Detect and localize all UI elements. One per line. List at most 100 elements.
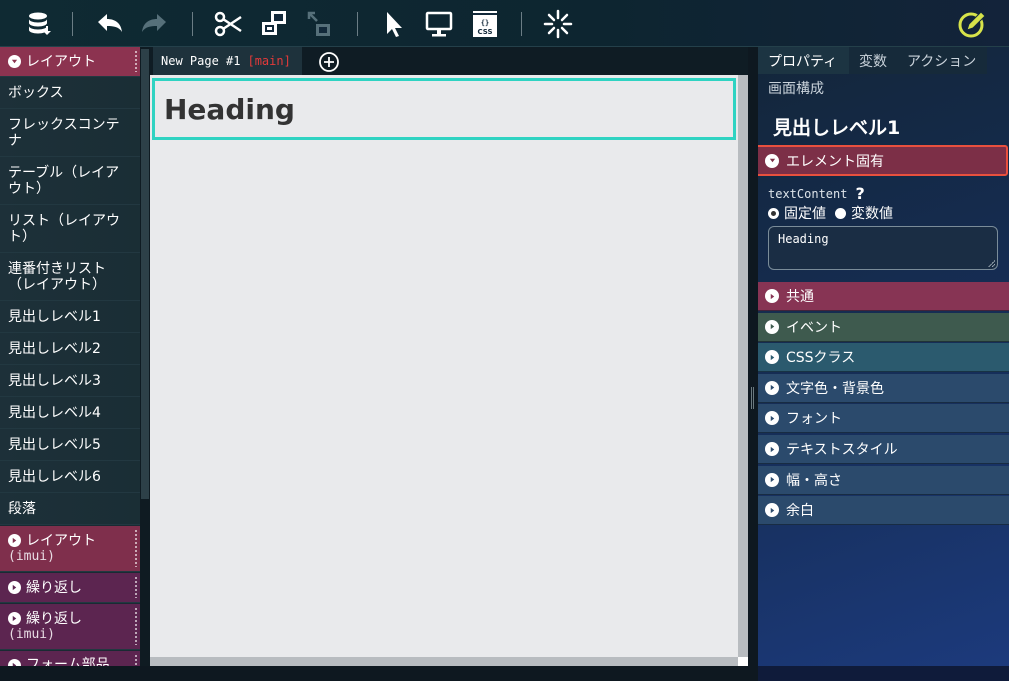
css-icon-label: CSS	[477, 28, 492, 36]
panel-splitter[interactable]	[748, 47, 758, 666]
component-palette: レイアウト ボックス フレックスコンテナ テーブル（レイアウト） リスト（レイア…	[0, 47, 140, 666]
palette-category-label: 繰り返し	[26, 579, 82, 596]
status-bar-left	[0, 666, 758, 681]
palette-item-paragraph[interactable]: 段落	[0, 493, 140, 525]
loading-icon[interactable]	[542, 8, 574, 40]
palette-item-label: リスト（レイアウト）	[8, 212, 120, 245]
tab-label: New Page #1	[161, 54, 241, 68]
chevron-right-icon	[8, 658, 21, 666]
section-4[interactable]: 文字色・背景色	[758, 373, 1009, 403]
tab-screen-structure[interactable]: 画面構成	[758, 74, 849, 101]
palette-category-label: フォーム部品	[26, 657, 110, 666]
palette-item-label: 見出しレベル3	[8, 372, 101, 389]
section-label: 幅・高さ	[786, 472, 842, 489]
toolbar-separator	[521, 12, 522, 36]
toolbar-separator	[72, 12, 73, 36]
section-label: 共通	[786, 289, 814, 305]
heading-text: Heading	[164, 92, 295, 126]
radio-fixed[interactable]	[768, 207, 779, 219]
palette-category-form-parts[interactable]: フォーム部品	[0, 651, 140, 666]
selected-heading-element[interactable]: Heading	[152, 78, 736, 140]
section-8[interactable]: 余白	[758, 496, 1009, 526]
chevron-down-icon	[8, 55, 21, 68]
splitter-grip-icon	[751, 387, 755, 409]
palette-category-layout[interactable]: レイアウト	[0, 47, 140, 77]
palette-item-ordered-list-layout[interactable]: 連番付きリスト（レイアウト）	[0, 253, 140, 301]
palette-item-box[interactable]: ボックス	[0, 77, 140, 109]
palette-item-list-layout[interactable]: リスト（レイアウト）	[0, 205, 140, 253]
chevron-right-icon	[765, 289, 779, 303]
palette-item-label: フレックスコンテナ	[8, 116, 120, 149]
component-icon[interactable]	[258, 8, 290, 40]
toolbar-separator	[357, 12, 358, 36]
chevron-right-icon	[8, 612, 21, 625]
properties-panel: プロパティ 変数 アクション 画面構成 見出しレベル1 エレメント固有 text…	[758, 47, 1009, 666]
tab-properties[interactable]: プロパティ	[758, 47, 849, 74]
scrollbar-corner	[738, 657, 748, 666]
component-disabled-icon[interactable]	[304, 8, 336, 40]
section-label: 文字色・背景色	[786, 380, 884, 397]
tab-actions[interactable]: アクション	[897, 47, 987, 74]
element-title: 見出しレベル1	[773, 117, 901, 139]
palette-item-heading-4[interactable]: 見出しレベル4	[0, 397, 140, 429]
chevron-down-icon	[765, 153, 779, 168]
edit-icon[interactable]	[956, 8, 988, 40]
section-2[interactable]: イベント	[758, 312, 1009, 342]
add-tab-button[interactable]	[318, 51, 340, 73]
monitor-icon[interactable]	[423, 8, 455, 40]
palette-category-label: レイアウト	[26, 53, 96, 70]
undo-icon[interactable]	[94, 8, 126, 40]
palette-item-flex-container[interactable]: フレックスコンテナ	[0, 109, 140, 157]
section-7[interactable]: 幅・高さ	[758, 465, 1009, 495]
property-name: textContent	[768, 186, 848, 201]
palette-category-loop-imui[interactable]: 繰り返し (imui)	[0, 604, 140, 650]
palette-item-heading-5[interactable]: 見出しレベル5	[0, 429, 140, 461]
css-icon[interactable]: {} CSS	[469, 8, 501, 40]
radio-variable[interactable]	[835, 207, 846, 219]
chevron-right-icon	[765, 411, 779, 426]
text-content-textarea[interactable]: Heading	[768, 226, 998, 270]
chevron-right-icon	[765, 472, 779, 487]
svg-text:{}: {}	[481, 19, 489, 27]
section-5[interactable]: フォント	[758, 404, 1009, 434]
help-icon[interactable]: ?	[855, 184, 864, 203]
palette-item-heading-3[interactable]: 見出しレベル3	[0, 365, 140, 397]
section-6[interactable]: テキストスタイル	[758, 435, 1009, 464]
radio-variable-label: 変数値	[851, 206, 893, 222]
chevron-right-icon	[765, 442, 779, 456]
section-label: エレメント固有	[786, 153, 884, 170]
palette-category-layout-imui[interactable]: レイアウト (imui)	[0, 526, 140, 572]
redo-icon[interactable]	[138, 8, 170, 40]
section-3[interactable]: CSSクラス	[758, 343, 1009, 373]
canvas-vertical-scrollbar[interactable]	[738, 75, 748, 657]
palette-item-label: テーブル（レイアウト）	[8, 164, 120, 197]
section-1[interactable]: 共通	[758, 282, 1009, 311]
resize-handle-icon[interactable]	[988, 260, 995, 267]
palette-item-heading-6[interactable]: 見出しレベル6	[0, 461, 140, 493]
tab-page-1[interactable]: New Page #1 [main]	[153, 47, 302, 75]
palette-item-table-layout[interactable]: テーブル（レイアウト）	[0, 157, 140, 205]
palette-scrollbar[interactable]	[140, 47, 150, 666]
chevron-right-icon	[765, 350, 779, 365]
palette-item-heading-2[interactable]: 見出しレベル2	[0, 333, 140, 365]
design-canvas[interactable]: Heading	[150, 75, 738, 657]
palette-item-label: 連番付きリスト（レイアウト）	[8, 260, 106, 293]
palette-category-sub: (imui)	[8, 548, 55, 564]
cut-icon[interactable]	[212, 8, 244, 40]
palette-item-label: 見出しレベル4	[8, 404, 101, 421]
palette-category-loop[interactable]: 繰り返し	[0, 573, 140, 603]
palette-category-sub: (imui)	[8, 626, 55, 642]
canvas-horizontal-scrollbar[interactable]	[150, 657, 748, 666]
database-icon[interactable]	[22, 8, 54, 40]
tab-branch: [main]	[247, 54, 291, 68]
palette-scrollbar-thumb[interactable]	[141, 49, 149, 499]
palette-item-heading-1[interactable]: 見出しレベル1	[0, 301, 140, 333]
section-label: CSSクラス	[786, 350, 856, 367]
tab-variables[interactable]: 変数	[849, 47, 897, 74]
section-element-specific[interactable]: エレメント固有	[758, 145, 1008, 176]
palette-item-label: 見出しレベル1	[8, 308, 101, 325]
palette-category-label: レイアウト	[26, 532, 96, 549]
status-bar-right	[758, 666, 1009, 681]
pointer-icon[interactable]	[378, 8, 410, 40]
property-label: textContent ?	[768, 184, 865, 203]
